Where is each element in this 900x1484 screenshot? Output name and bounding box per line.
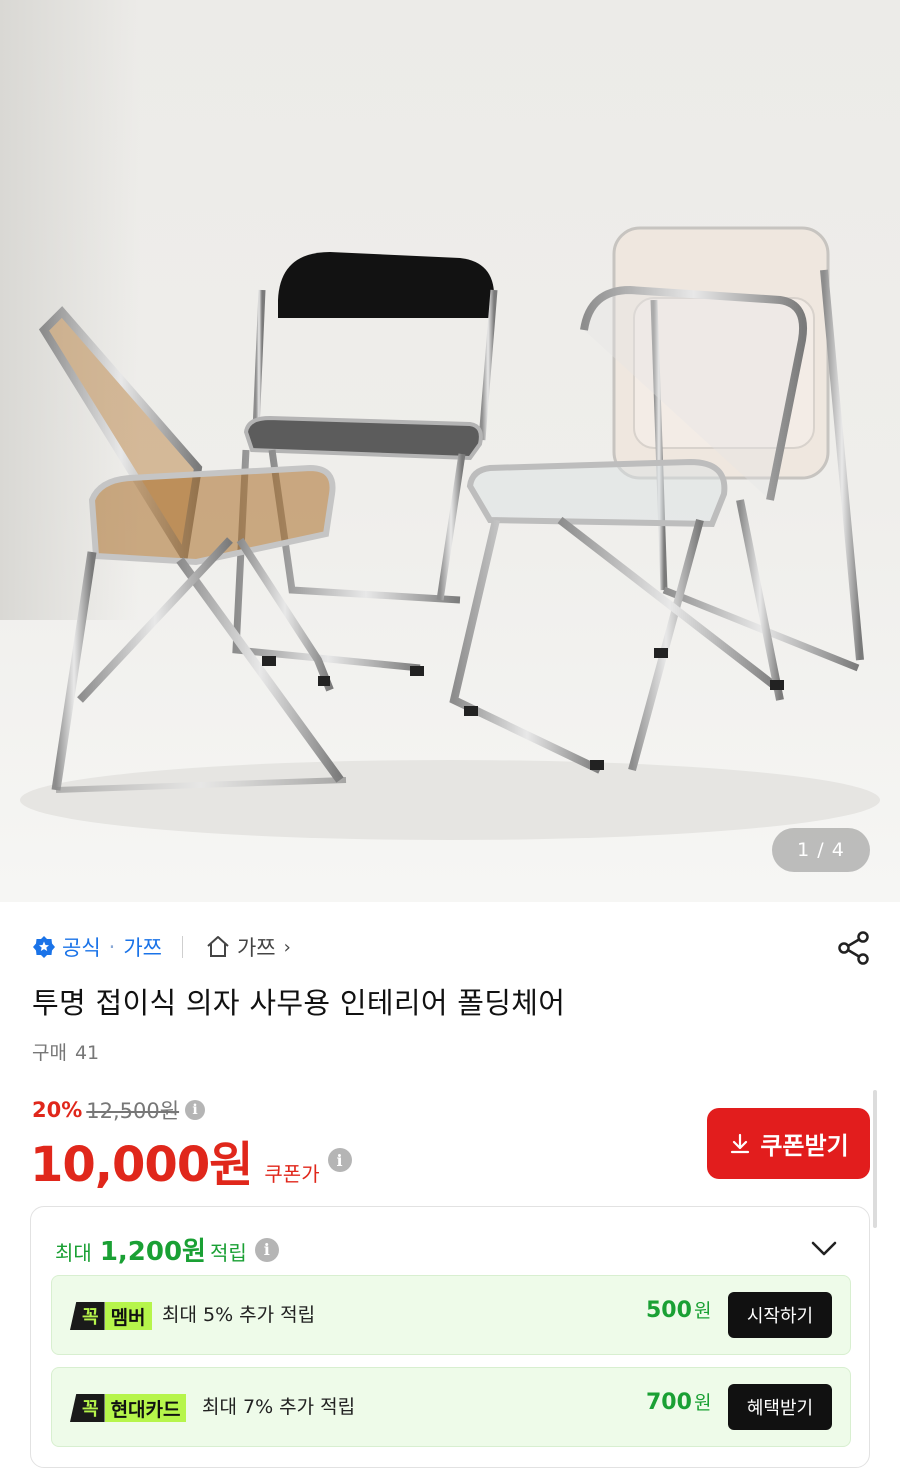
chevron-right-icon: › xyxy=(283,936,291,958)
seller-row: 공식 · 가쯔 가쯔 › xyxy=(32,930,291,964)
info-icon[interactable]: i xyxy=(185,1100,206,1120)
ggok-badge-label: 현대카드 xyxy=(104,1394,187,1422)
coupon-button-label: 쿠폰받기 xyxy=(760,1133,849,1160)
rewards-prefix: 최대 xyxy=(55,1241,92,1265)
ggok-badge-prefix: 꼭 xyxy=(70,1302,105,1330)
reward-amount: 700 원 xyxy=(646,1388,711,1415)
reward-amount: 500 원 xyxy=(646,1296,711,1323)
ggok-badge-label: 멤버 xyxy=(104,1302,152,1330)
ggok-badge-prefix: 꼭 xyxy=(70,1394,105,1422)
official-label: 공식 xyxy=(62,936,101,960)
folding-chairs-photo xyxy=(20,226,880,840)
product-title: 투명 접이식 의자 사무용 인테리어 폴딩체어 xyxy=(32,986,566,1020)
download-icon xyxy=(731,1133,750,1153)
ggok-hyundai-badge: 꼭 현대카드 xyxy=(70,1394,187,1422)
reward-amount-value: 700 xyxy=(646,1390,692,1415)
reward-description: 최대 5% 추가 적립 xyxy=(162,1304,316,1326)
image-counter: 1 / 4 xyxy=(772,828,870,872)
rewards-amount: 1,200원 xyxy=(99,1237,206,1267)
original-price: 12,500원 xyxy=(86,1099,180,1123)
discount-row: 20% 12,500원 i xyxy=(32,1095,206,1125)
official-badge-icon xyxy=(33,936,55,958)
home-icon[interactable] xyxy=(205,934,231,960)
product-image-gallery[interactable]: 1 / 4 xyxy=(0,0,900,902)
reward-amount-unit: 원 xyxy=(693,1300,712,1322)
purchase-label: 구매 xyxy=(32,1042,67,1064)
purchase-count: 구매 41 xyxy=(32,1038,99,1065)
rewards-header: 최대 1,200원 적립 i xyxy=(55,1231,279,1268)
reward-item-hyundai-card: 꼭 현대카드 최대 7% 추가 적립 700 원 혜택받기 xyxy=(51,1367,851,1447)
ggok-member-badge: 꼭 멤버 xyxy=(70,1302,152,1330)
rewards-suffix: 적립 xyxy=(209,1241,247,1265)
seller-name-link[interactable]: 가쯔 xyxy=(123,932,162,962)
get-benefit-button[interactable]: 혜택받기 xyxy=(728,1384,832,1430)
divider xyxy=(181,936,183,958)
coupon-download-button[interactable]: 쿠폰받기 xyxy=(707,1108,870,1179)
coupon-info-icon[interactable]: i xyxy=(327,1148,352,1172)
reward-amount-value: 500 xyxy=(646,1298,692,1323)
scrollbar[interactable] xyxy=(873,1090,877,1228)
sale-price: 10,000원 xyxy=(30,1137,253,1193)
rewards-card: 최대 1,200원 적립 i 꼭 멤버 최대 5% 추가 적립 500 원 시작하… xyxy=(30,1206,870,1468)
price-row: 10,000원 쿠폰가 i xyxy=(30,1125,352,1195)
discount-rate: 20% xyxy=(32,1098,83,1122)
purchase-number: 41 xyxy=(74,1042,100,1064)
coupon-price-label: 쿠폰가 xyxy=(264,1162,320,1186)
store-link[interactable]: 가쯔 xyxy=(237,932,276,962)
share-icon[interactable] xyxy=(836,930,872,966)
reward-amount-unit: 원 xyxy=(693,1392,712,1414)
reward-description: 최대 7% 추가 적립 xyxy=(202,1396,356,1418)
start-membership-button[interactable]: 시작하기 xyxy=(728,1292,832,1338)
reward-item-member: 꼭 멤버 최대 5% 추가 적립 500 원 시작하기 xyxy=(51,1275,851,1355)
separator-dot: · xyxy=(108,935,116,959)
rewards-info-icon[interactable]: i xyxy=(254,1237,279,1262)
chevron-down-icon[interactable] xyxy=(809,1237,839,1259)
